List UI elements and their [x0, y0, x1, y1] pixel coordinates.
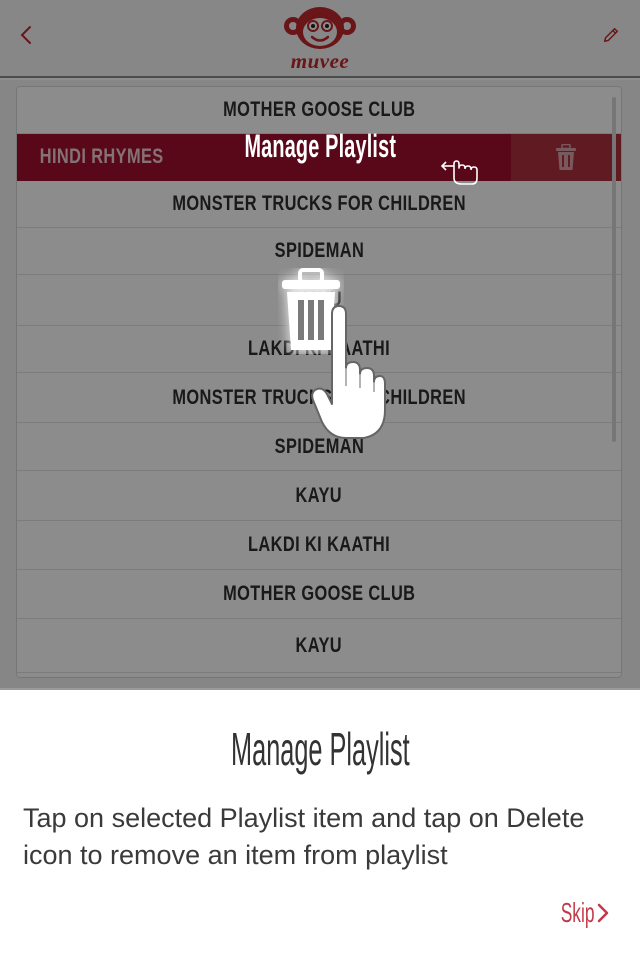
tutorial-title: Manage Playlist — [230, 723, 410, 775]
tutorial-description: Tap on selected Playlist item and tap on… — [23, 803, 585, 870]
tutorial-panel: Manage Playlist Tap on selected Playlist… — [0, 688, 640, 960]
swipe-hand-icon — [440, 160, 478, 185]
skip-label: Skip — [560, 897, 594, 928]
overlay-title: Manage Playlist — [244, 128, 396, 164]
skip-button[interactable]: Skip — [540, 895, 610, 931]
tap-hand-icon — [311, 305, 386, 439]
chevron-right-icon — [597, 903, 609, 923]
tutorial-overlay: Manage Playlist — [0, 0, 640, 688]
